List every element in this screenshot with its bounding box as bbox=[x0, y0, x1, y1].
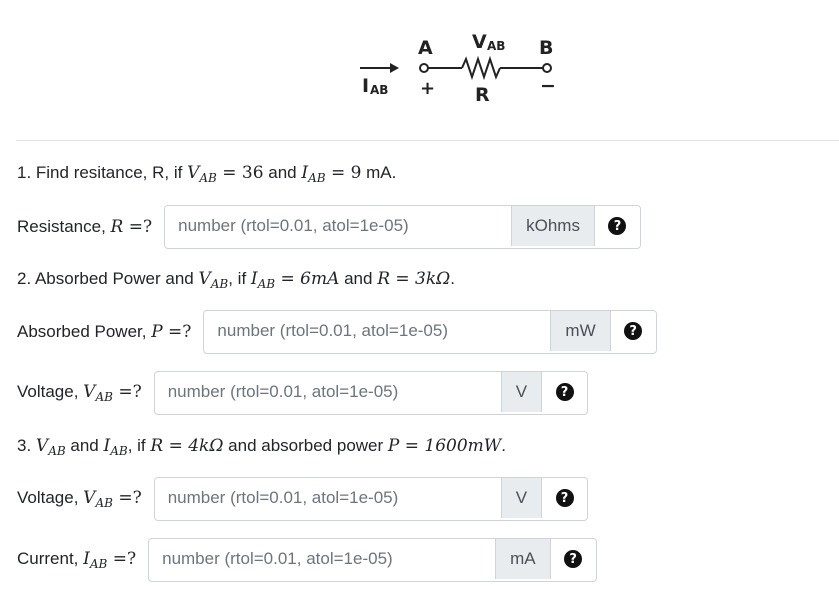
divider bbox=[16, 140, 839, 141]
question-1-text: 1. Find resitance, R, if VAB = 36 and IA… bbox=[17, 163, 397, 185]
circuit-svg: A V AB B I AB + R − bbox=[360, 31, 556, 106]
voltage-input-group-2: V ? bbox=[153, 371, 589, 415]
question-circle-icon: ? bbox=[555, 383, 574, 401]
resistance-help-button[interactable]: ? bbox=[593, 206, 640, 246]
question-2-text: 2. Absorbed Power and VAB, if IAB = 6mA … bbox=[17, 269, 455, 291]
current-help-button-3[interactable]: ? bbox=[549, 539, 596, 579]
power-label: Absorbed Power, P =? bbox=[17, 322, 192, 342]
resistance-unit: kOhms bbox=[511, 206, 594, 246]
power-input[interactable] bbox=[204, 311, 551, 351]
i-ab-label-main: I bbox=[362, 75, 369, 97]
voltage-input-3[interactable] bbox=[154, 478, 501, 518]
node-a-label: A bbox=[418, 37, 433, 59]
current-input-3[interactable] bbox=[149, 539, 496, 579]
question-circle-icon: ? bbox=[564, 550, 583, 568]
voltage-label-2: Voltage, VAB =? bbox=[17, 382, 142, 404]
power-help-button[interactable]: ? bbox=[609, 311, 656, 351]
current-unit-3: mA bbox=[495, 539, 550, 579]
resistance-input[interactable] bbox=[165, 206, 512, 246]
terminal-b bbox=[542, 63, 552, 73]
node-b-label: B bbox=[539, 37, 553, 59]
power-unit: mW bbox=[550, 311, 610, 351]
minus-sign: − bbox=[540, 75, 556, 97]
voltage-unit-2: V bbox=[500, 372, 542, 412]
terminal-a bbox=[419, 63, 429, 73]
resistance-label: Resistance, R =? bbox=[17, 217, 153, 237]
circuit-diagram: A V AB B I AB + R − bbox=[350, 28, 570, 108]
voltage-help-button-2[interactable]: ? bbox=[541, 372, 588, 412]
current-input-group-3: mA ? bbox=[148, 538, 597, 582]
voltage-unit-3: V bbox=[500, 478, 542, 518]
voltage-label-3: Voltage, VAB =? bbox=[17, 488, 142, 510]
question-3-text: 3. VAB and IAB, if R = 4kΩ and absorbed … bbox=[17, 436, 506, 458]
question-circle-icon: ? bbox=[555, 489, 574, 507]
current-arrow-head bbox=[390, 63, 399, 73]
voltage-row-3: Voltage, VAB =? V ? bbox=[17, 477, 589, 521]
voltage-input-group-3: V ? bbox=[153, 477, 589, 521]
question-circle-icon: ? bbox=[608, 217, 627, 235]
v-ab-label-sub: AB bbox=[487, 39, 505, 53]
resistor-label: R bbox=[475, 84, 490, 106]
current-row-3: Current, IAB =? mA ? bbox=[17, 538, 597, 582]
plus-sign: + bbox=[420, 78, 435, 99]
voltage-help-button-3[interactable]: ? bbox=[541, 478, 588, 518]
i-ab-label-sub: AB bbox=[370, 83, 388, 97]
voltage-input-2[interactable] bbox=[154, 372, 501, 412]
voltage-row-2: Voltage, VAB =? V ? bbox=[17, 371, 589, 415]
resistance-row: Resistance, R =? kOhms ? bbox=[17, 205, 641, 249]
power-row: Absorbed Power, P =? mW ? bbox=[17, 310, 657, 354]
question-circle-icon: ? bbox=[624, 322, 643, 340]
v-ab-label-main: V bbox=[472, 31, 487, 53]
current-label-3: Current, IAB =? bbox=[17, 549, 137, 571]
resistor-zigzag bbox=[461, 55, 501, 81]
power-input-group: mW ? bbox=[203, 310, 657, 354]
resistance-input-group: kOhms ? bbox=[164, 205, 641, 249]
